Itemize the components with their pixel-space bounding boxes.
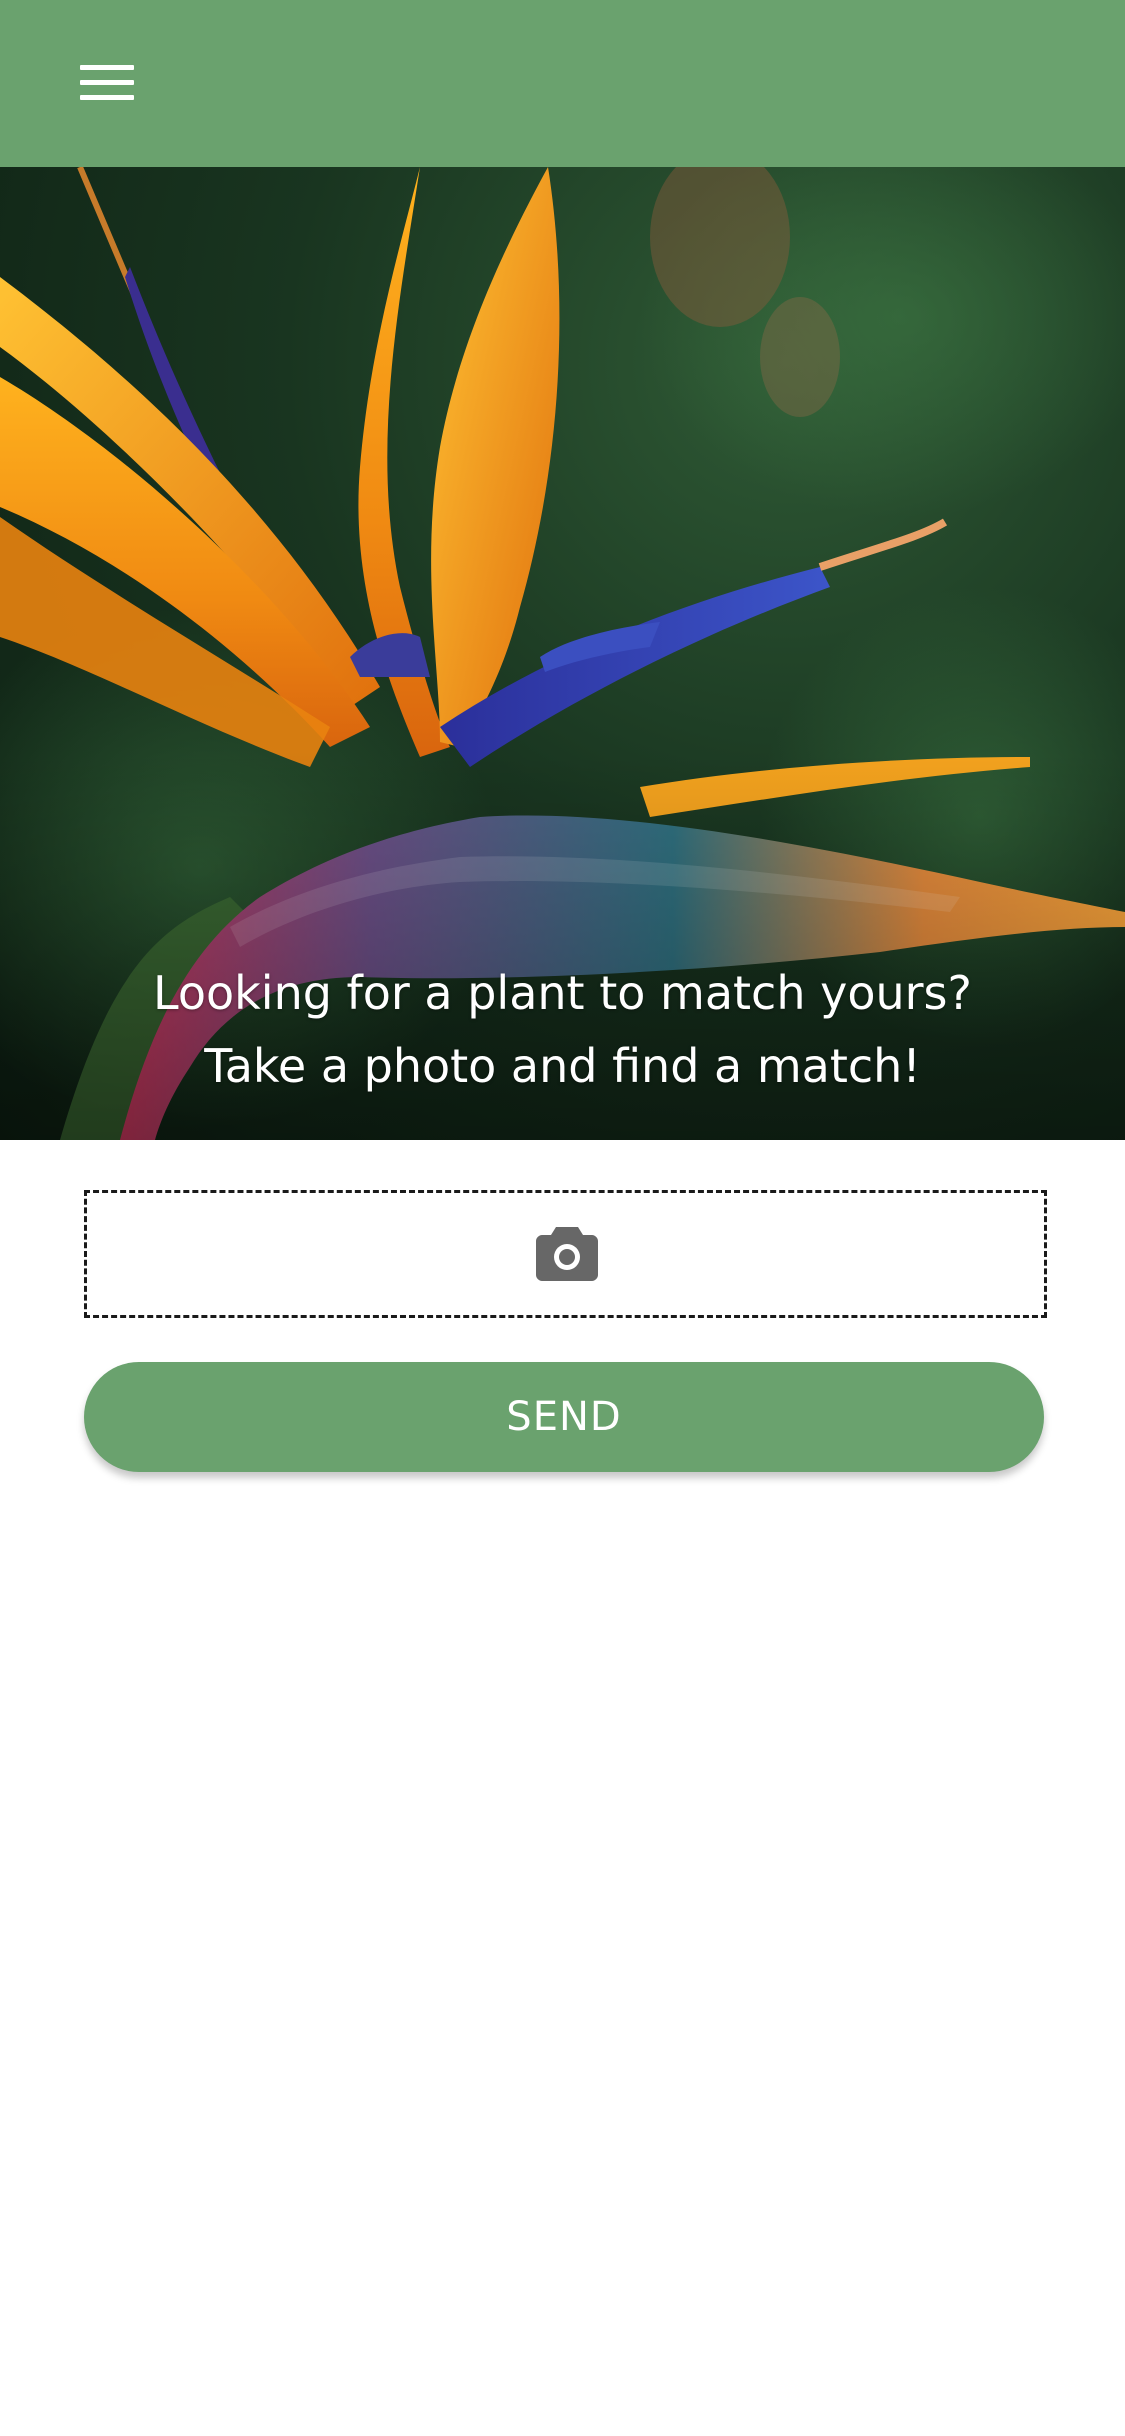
menu-line — [80, 80, 134, 85]
send-button[interactable]: SEND — [84, 1362, 1044, 1472]
menu-line — [80, 95, 134, 100]
hero-caption: Looking for a plant to match yours? Take… — [0, 957, 1125, 1103]
top-app-bar — [0, 0, 1125, 167]
camera-icon — [536, 1227, 598, 1281]
photo-upload-area[interactable] — [84, 1190, 1047, 1318]
app-screen: Looking for a plant to match yours? Take… — [0, 0, 1125, 2436]
caption-line-2: Take a photo and find a match! — [204, 1039, 921, 1093]
caption-line-1: Looking for a plant to match yours? — [153, 966, 972, 1020]
hero-image: Looking for a plant to match yours? Take… — [0, 167, 1125, 1140]
menu-line — [80, 65, 134, 70]
hamburger-menu-icon[interactable] — [67, 50, 147, 116]
